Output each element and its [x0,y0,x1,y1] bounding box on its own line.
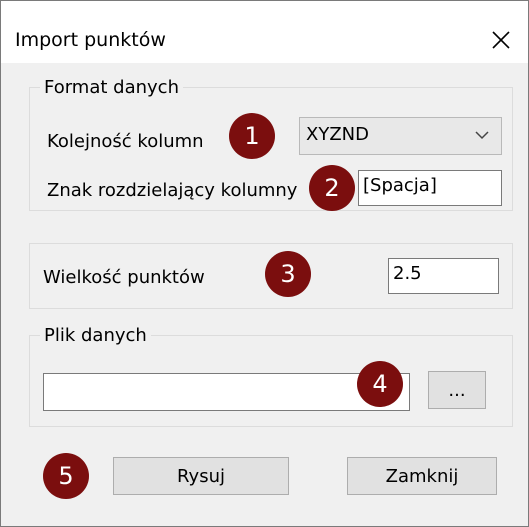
import-dialog: Import punktów Format danych Kolejność k… [0,0,529,527]
annotation-badge-4: 4 [357,361,403,407]
separator-label: Znak rozdzielający kolumny [47,180,298,201]
browse-button[interactable]: ... [428,371,486,409]
data-file-legend: Plik danych [44,325,147,346]
annotation-badge-5: 5 [43,453,89,499]
close-button[interactable] [484,23,518,57]
draw-button[interactable]: Rysuj [113,457,289,495]
column-order-value: XYZND [306,124,369,145]
format-data-legend: Format danych [44,77,179,98]
annotation-badge-1: 1 [229,113,275,159]
file-path-input[interactable] [43,373,410,411]
column-order-label: Kolejność kolumn [47,131,204,152]
chevron-down-icon [475,131,489,140]
column-order-select[interactable]: XYZND [299,117,502,155]
point-size-input[interactable]: 2.5 [388,258,499,294]
close-icon [492,31,510,49]
annotation-badge-2: 2 [309,165,355,211]
separator-input[interactable]: [Spacja] [358,170,502,206]
window-title: Import punktów [15,29,166,51]
close-dialog-button[interactable]: Zamknij [347,457,497,495]
point-size-label: Wielkość punktów [43,267,205,288]
annotation-badge-3: 3 [265,251,311,297]
title-bar: Import punktów [1,1,528,63]
